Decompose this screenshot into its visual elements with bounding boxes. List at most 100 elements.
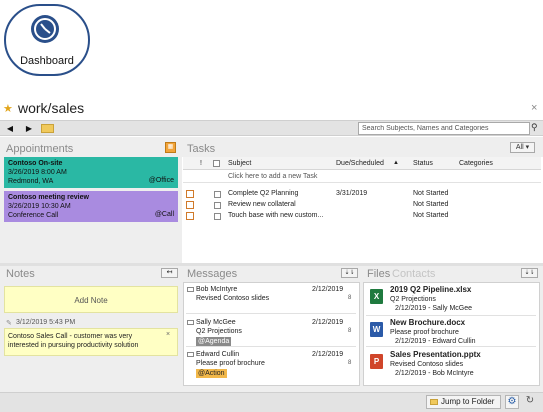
search-icon[interactable]: ⚲ — [531, 122, 538, 133]
file-subject: Q2 Projections — [390, 296, 436, 303]
task-icon — [186, 201, 194, 209]
message-count: 8 — [348, 360, 352, 366]
file-subject: Please proof brochure — [390, 329, 459, 336]
appointment-time: 3/26/2019 10:30 AM — [8, 203, 71, 210]
excel-file-icon: X — [370, 289, 383, 304]
task-icon — [186, 190, 194, 198]
message-count: 8 — [348, 328, 352, 334]
tasks-filter-value: All — [515, 144, 524, 151]
message-date: 2/12/2019 — [312, 286, 344, 293]
forward-button[interactable]: ▶ — [23, 123, 35, 134]
folder-icon[interactable] — [41, 124, 54, 133]
task-icon — [186, 212, 194, 220]
file-meta: 2/12/2019 - Sally McGee — [395, 305, 473, 312]
add-task-row[interactable]: Click here to add a new Task — [183, 171, 541, 183]
task-due: 3/31/2019 — [336, 190, 368, 197]
file-item[interactable]: W New Brochure.docx Please proof brochur… — [363, 318, 540, 348]
divider — [186, 346, 356, 347]
files-sort-button[interactable]: ⇣⇂ — [521, 268, 538, 278]
star-icon[interactable]: ★ — [3, 102, 13, 115]
message-tag[interactable]: @Agenda — [196, 337, 232, 346]
tab-contacts[interactable]: Contacts — [392, 268, 435, 280]
file-name: New Brochure.docx — [390, 318, 466, 327]
tasks-header-bar — [182, 137, 543, 157]
column-categories[interactable]: Categories — [459, 160, 493, 167]
note-timestamp: 3/12/2019 5:43 PM — [16, 319, 76, 326]
message-subject: Please proof brochure — [196, 360, 265, 367]
task-checkbox[interactable] — [214, 202, 221, 209]
task-subject: Touch base with new custom... — [228, 212, 324, 219]
appointment-item[interactable]: Contoso On-site 3/26/2019 8:00 AM Redmon… — [4, 157, 178, 188]
tasks-empty-area — [183, 223, 541, 263]
file-meta: 2/12/2019 - Edward Cullin — [395, 338, 476, 345]
message-item[interactable]: Edward Cullin 2/12/2019 Please proof bro… — [183, 350, 360, 380]
clock-icon — [31, 15, 59, 43]
task-row[interactable]: Complete Q2 Planning 3/31/2019 Not Start… — [183, 189, 541, 200]
divider — [366, 346, 536, 347]
divider — [366, 315, 536, 316]
column-subject[interactable]: Subject — [228, 160, 251, 167]
envelope-icon — [187, 320, 194, 325]
column-priority[interactable]: ! — [200, 160, 202, 167]
tasks-filter-select[interactable]: All ▾ — [510, 142, 535, 153]
calendar-icon[interactable]: ▦ — [165, 142, 176, 153]
appointment-tag: @Call — [154, 211, 174, 218]
appointments-title: Appointments — [6, 143, 74, 155]
notes-title: Notes — [6, 268, 35, 280]
message-item[interactable]: Bob McIntyre 2/12/2019 Revised Contoso s… — [183, 285, 360, 313]
message-from: Bob McIntyre — [196, 286, 238, 293]
divider — [186, 313, 356, 314]
envelope-icon — [187, 287, 194, 292]
task-row[interactable]: Touch base with new custom... Not Starte… — [183, 211, 541, 222]
task-checkbox[interactable] — [214, 191, 221, 198]
gear-icon[interactable]: ⚙ — [505, 395, 519, 409]
message-tag[interactable]: @Action — [196, 369, 227, 378]
task-status: Not Started — [413, 190, 449, 197]
message-from: Edward Cullin — [196, 351, 240, 358]
appointment-title: Contoso On-site — [8, 160, 63, 167]
close-icon[interactable]: × — [531, 102, 537, 114]
task-subject: Review new collateral — [228, 201, 296, 208]
message-date: 2/12/2019 — [312, 351, 344, 358]
file-meta: 2/12/2019 - Bob McIntyre — [395, 370, 474, 377]
message-from: Sally McGee — [196, 319, 236, 326]
note-card[interactable]: Contoso Sales Call - customer was very i… — [4, 328, 178, 356]
refresh-icon[interactable]: ↻ — [523, 395, 537, 409]
appointment-location: Conference Call — [8, 212, 59, 219]
file-name: Sales Presentation.pptx — [390, 350, 481, 359]
powerpoint-file-icon: P — [370, 354, 383, 369]
file-item[interactable]: P Sales Presentation.pptx Revised Contos… — [363, 350, 540, 380]
add-note-button[interactable]: Add Note — [4, 286, 178, 313]
tab-files[interactable]: Files — [367, 268, 390, 280]
pin-icon: ✎ — [6, 320, 12, 327]
column-complete-checkbox[interactable] — [213, 160, 220, 167]
appointment-tag: @Office — [148, 177, 174, 184]
appointment-title: Contoso meeting review — [8, 194, 89, 201]
messages-title: Messages — [187, 268, 238, 280]
appointment-item[interactable]: Contoso meeting review 3/26/2019 10:30 A… — [4, 191, 178, 222]
task-checkbox[interactable] — [214, 213, 221, 220]
page-title: work/sales — [18, 100, 85, 116]
message-subject: Q2 Projections — [196, 328, 242, 335]
file-name: 2019 Q2 Pipeline.xlsx — [390, 285, 472, 294]
message-count: 8 — [348, 295, 352, 301]
notes-new-button[interactable]: ↤ — [161, 268, 178, 278]
message-item[interactable]: Sally McGee 2/12/2019 Q2 Projections 8 @… — [183, 318, 360, 348]
file-item[interactable]: X 2019 Q2 Pipeline.xlsx Q2 Projections 2… — [363, 285, 540, 315]
back-button[interactable]: ◀ — [4, 123, 16, 134]
column-due[interactable]: Due/Scheduled — [336, 160, 384, 167]
sort-asc-icon: ▲ — [393, 160, 399, 166]
task-subject: Complete Q2 Planning — [228, 190, 299, 197]
column-status[interactable]: Status — [413, 160, 433, 167]
search-input[interactable] — [358, 122, 530, 135]
task-status: Not Started — [413, 201, 449, 208]
task-status: Not Started — [413, 212, 449, 219]
word-file-icon: W — [370, 322, 383, 337]
task-row[interactable]: Review new collateral Not Started — [183, 200, 541, 211]
message-date: 2/12/2019 — [312, 319, 344, 326]
folder-icon — [430, 399, 438, 405]
messages-sort-button[interactable]: ⇣⇂ — [341, 268, 358, 278]
toolbar: ◀ ▶ ⚲ — [0, 120, 543, 136]
dashboard-label: Dashboard — [20, 55, 74, 67]
close-icon[interactable]: × — [166, 331, 170, 338]
